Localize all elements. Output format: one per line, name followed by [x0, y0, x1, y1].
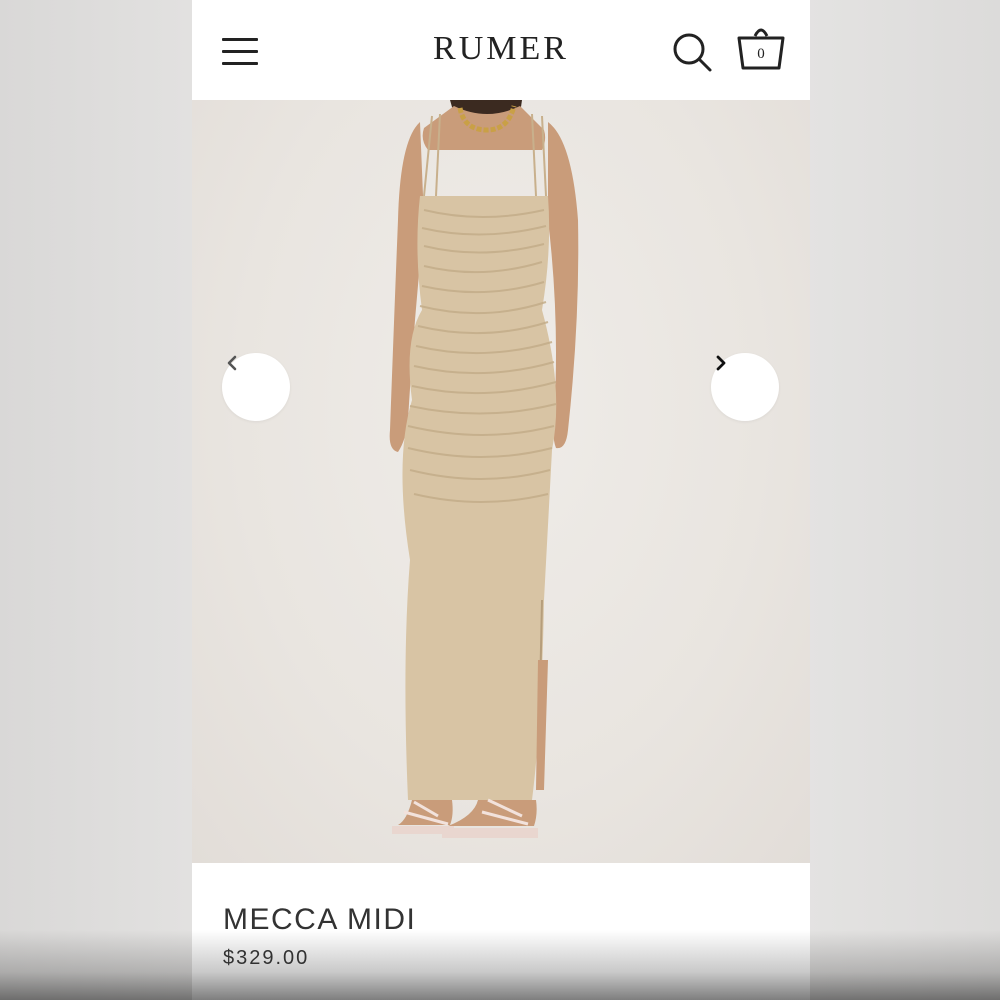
basket-icon[interactable]: 0: [735, 22, 787, 74]
product-price: $329.00: [223, 947, 310, 969]
next-image-button[interactable]: [711, 353, 779, 421]
brand-logo[interactable]: RUMER: [192, 30, 810, 68]
product-info: MECCA MIDI $329.00: [192, 863, 810, 1000]
chevron-right-icon: [716, 355, 726, 371]
chevron-left-icon: [227, 355, 237, 371]
product-image[interactable]: [192, 100, 810, 863]
dress-photo: [389, 100, 579, 838]
cart-count: 0: [757, 46, 765, 62]
search-icon[interactable]: [670, 30, 714, 74]
product-name[interactable]: MECCA MIDI: [223, 903, 416, 937]
site-header: RUMER 0: [192, 0, 810, 100]
mobile-page: RUMER 0 MECCA MIDI $329.00: [192, 0, 810, 1000]
previous-image-button[interactable]: [222, 353, 290, 421]
